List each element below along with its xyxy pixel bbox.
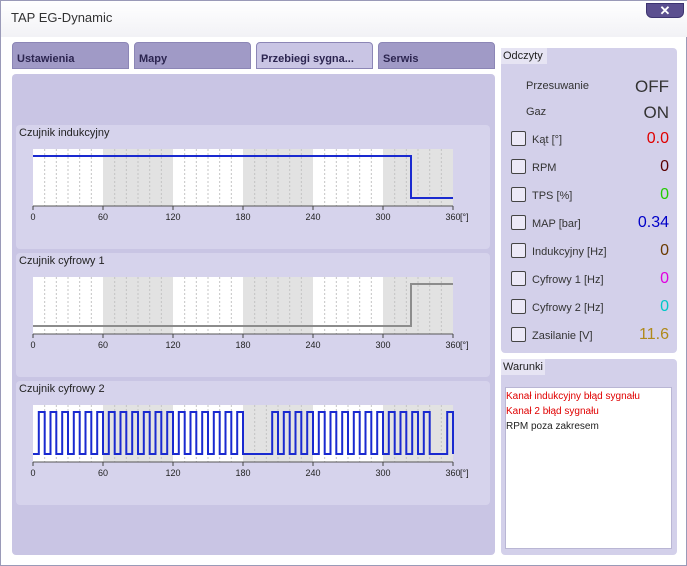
x-tick-label: 360	[445, 468, 460, 478]
readings-panel: Odczyty Przesuwanie OFF Gaz ON Kąt [°] 0…	[501, 48, 677, 353]
x-tick-label: 180	[235, 468, 250, 478]
reading-value: 0.34	[637, 214, 669, 231]
x-tick-label: 240	[305, 468, 320, 478]
reading-checkbox[interactable]	[511, 243, 526, 258]
status-label: Gaz	[526, 106, 547, 118]
x-tick-label: 60	[98, 468, 108, 478]
reading-label: TPS [%]	[532, 190, 573, 202]
x-tick-label: 120	[165, 212, 180, 222]
reading-label: RPM	[532, 162, 557, 174]
window-title: TAP EG-Dynamic	[11, 10, 113, 25]
x-tick-label: 0	[30, 340, 35, 350]
x-tick-label: 360	[445, 212, 460, 222]
x-tick-label: 180	[235, 212, 250, 222]
tab-ustawienia[interactable]: Ustawienia	[12, 42, 129, 69]
status-value: OFF	[635, 77, 669, 96]
x-tick-label: 60	[98, 212, 108, 222]
reading-value: 0	[660, 298, 669, 315]
x-axis-unit: [°]	[460, 340, 469, 350]
reading-checkbox[interactable]	[511, 131, 526, 146]
warning-line: Kanał 2 błąd sygnału	[506, 406, 599, 417]
readings-title: Odczyty	[501, 48, 547, 64]
x-axis-unit: [°]	[460, 212, 469, 222]
reading-value: 11.6	[639, 326, 669, 343]
chart-title: Czujnik indukcyjny	[19, 127, 114, 142]
x-tick-label: 300	[375, 468, 390, 478]
reading-checkbox[interactable]	[511, 299, 526, 314]
chart-title: Czujnik cyfrowy 1	[19, 255, 109, 270]
warning-line: RPM poza zakresem	[506, 421, 599, 432]
warning-line: Kanał indukcyjny błąd sygnału	[506, 391, 640, 402]
tab-label: Serwis	[383, 53, 419, 65]
tab-label: Ustawienia	[17, 53, 75, 65]
tab-label: Przebiegi sygna...	[261, 53, 354, 65]
reading-label: Indukcyjny [Hz]	[532, 246, 607, 258]
warnings-list: Kanał indukcyjny błąd sygnału Kanał 2 bł…	[505, 387, 672, 549]
chart-group-digital-2: 0 60 120 180 240 300 360 [°] Czujnik cyfrowy 2	[16, 381, 490, 505]
tab-mapy[interactable]: Mapy	[134, 42, 251, 69]
warnings-title: Warunki	[501, 359, 545, 375]
reading-value: 0	[660, 242, 669, 259]
tab-label: Mapy	[139, 53, 168, 65]
x-tick-label: 240	[305, 212, 320, 222]
x-tick-label: 360	[445, 340, 460, 350]
chart-title: Czujnik cyfrowy 2	[19, 383, 109, 398]
reading-value: 0	[660, 186, 669, 203]
reading-label: Zasilanie [V]	[532, 330, 593, 342]
x-tick-label: 300	[375, 212, 390, 222]
reading-value: 0	[660, 270, 669, 287]
x-tick-label: 120	[165, 468, 180, 478]
x-tick-label: 120	[165, 340, 180, 350]
reading-value: 0.0	[646, 130, 669, 147]
close-icon: ✕	[659, 3, 671, 18]
close-button[interactable]: ✕	[646, 3, 684, 18]
x-tick-label: 180	[235, 340, 250, 350]
tab-serwis[interactable]: Serwis	[378, 42, 495, 69]
induction-chart: 0 60 120 180 240 300 360 [°]	[30, 149, 469, 222]
signals-panel: 0 60 120 180 240 300 360 [°] Czujnik indukcyjny…	[12, 74, 495, 555]
title-bar: TAP EG-Dynamic ✕	[1, 1, 687, 37]
digital-2-chart: 0 60 120 180 240 300 360 [°]	[30, 405, 469, 478]
reading-label: Cyfrowy 2 [Hz]	[532, 302, 604, 314]
tab-przebiegi[interactable]: Przebiegi sygna...	[256, 42, 373, 69]
reading-checkbox[interactable]	[511, 159, 526, 174]
app-window: TAP EG-Dynamic ✕ Ustawienia Mapy Przebie…	[0, 0, 687, 566]
warnings-panel: Warunki Kanał indukcyjny błąd sygnału Ka…	[501, 359, 677, 555]
status-label: Przesuwanie	[526, 80, 589, 92]
reading-label: Kąt [°]	[532, 134, 563, 146]
x-tick-label: 60	[98, 340, 108, 350]
reading-label: Cyfrowy 1 [Hz]	[532, 274, 604, 286]
reading-checkbox[interactable]	[511, 327, 526, 342]
x-axis-unit: [°]	[460, 468, 469, 478]
reading-value: 0	[660, 158, 669, 175]
digital-1-chart: 0 60 120 180 240 300 360 [°]	[30, 277, 469, 350]
status-value: ON	[643, 103, 670, 122]
x-tick-label: 0	[30, 468, 35, 478]
chart-group-digital-1: 0 60 120 180 240 300 360 [°] Czujnik cyfrowy 1	[16, 253, 490, 377]
reading-checkbox[interactable]	[511, 215, 526, 230]
x-tick-label: 0	[30, 212, 35, 222]
reading-checkbox[interactable]	[511, 271, 526, 286]
chart-group-induction: 0 60 120 180 240 300 360 [°] Czujnik indukcyjny	[16, 125, 490, 249]
reading-checkbox[interactable]	[511, 187, 526, 202]
x-tick-label: 240	[305, 340, 320, 350]
reading-label: MAP [bar]	[532, 218, 581, 230]
x-tick-label: 300	[375, 340, 390, 350]
